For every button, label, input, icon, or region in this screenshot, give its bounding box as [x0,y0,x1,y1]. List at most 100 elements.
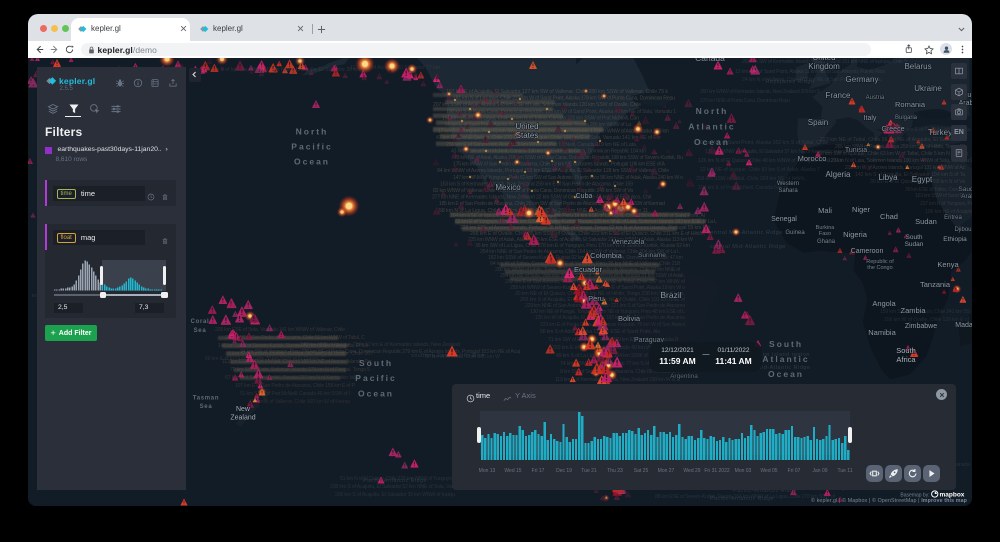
svg-text:Namibia: Namibia [868,328,896,337]
svg-text:Kingdom: Kingdom [808,62,840,71]
svg-text:North: North [296,126,329,136]
svg-text:Suriname: Suriname [638,252,666,259]
svg-text:Colombia: Colombia [590,251,623,260]
svg-text:Ethiopia: Ethiopia [943,236,967,243]
svg-text:Peru: Peru [588,294,604,303]
svg-text:New: New [236,406,251,413]
svg-text:Argentina: Argentina [670,373,698,380]
svg-text:Tunisia: Tunisia [845,147,867,154]
svg-text:Niger: Niger [852,205,870,214]
svg-text:238 km S of Acajutla, El Salva: 238 km S of Acajutla, El Salvador 52 km … [330,484,460,490]
svg-text:175 km WNW of San Pedro de Ata: 175 km WNW of San Pedro de Atacama, Chil… [453,161,666,167]
svg-text:Kenya: Kenya [937,260,959,269]
svg-text:Morocco: Morocco [798,154,827,163]
svg-text:142 km S of Acajutla, El Salva: 142 km S of Acajutla, El Salvador 194 km… [855,172,965,178]
svg-text:Faso: Faso [819,231,831,237]
svg-text:Mali: Mali [818,206,832,215]
svg-text:Djibou: Djibou [954,227,971,233]
svg-text:the Congo: the Congo [867,265,892,271]
svg-text:260 km WNW of Kermadec Islands: 260 km WNW of Kermadec Islands, New Zeal… [700,89,821,95]
svg-text:South: South [906,234,923,241]
svg-text:73 km NE of Adak, Alaska 206: 73 km NE of Adak, Alaska 206 km SSW of P… [454,155,683,161]
svg-text:Italy: Italy [864,115,877,122]
svg-text:153 km S of Kermadec Islands,: 153 km S of Kermadec Islands, New Zealan… [440,181,633,187]
svg-text:Ghana: Ghana [817,239,836,245]
svg-text:Eritrea: Eritrea [944,215,962,221]
svg-text:central Mid-Atlantic Ridge: central Mid-Atlantic Ridge [707,230,783,236]
svg-text:Pacific-Antarctic Ridge: Pacific-Antarctic Ridge [363,478,427,484]
svg-text:Sea: Sea [194,328,207,334]
svg-text:218 km W of Azores Islands, Po: 218 km W of Azores Islands, Portugal 131… [845,165,965,171]
svg-text:Bolivia: Bolivia [618,314,641,323]
svg-text:67 km E of Severo-Kurilsk, Rus: 67 km E of Severo-Kurilsk, Russia 237 km… [225,375,360,381]
svg-text:France: France [826,91,851,100]
svg-text:Pacific-Antarctic Ridge: Pacific-Antarctic Ridge [710,496,774,502]
svg-text:56 km SW of Iquique, Chile 63: 56 km SW of Iquique, Chile 63 km W of Ta… [818,151,968,157]
svg-text:Turkey: Turkey [928,128,952,137]
svg-text:Cuba: Cuba [576,193,593,200]
svg-text:Coral: Coral [191,319,210,325]
svg-text:Sea: Sea [200,404,213,410]
svg-text:Belarus: Belarus [904,62,931,71]
svg-text:Brazil: Brazil [660,290,681,300]
svg-text:Reykjanes Ridge: Reykjanes Ridge [765,79,814,85]
svg-text:Sudan: Sudan [915,217,937,226]
svg-text:Guinea: Guinea [785,230,805,236]
svg-text:Ecuador: Ecuador [574,265,602,274]
svg-text:Arab: Arab [961,193,972,200]
svg-text:32 km NE of Iquique, Chile 93: 32 km NE of Iquique, Chile 93 km S of Ad… [700,167,820,173]
svg-text:Mexico: Mexico [495,183,521,192]
svg-text:Zealand: Zealand [230,414,255,421]
svg-text:Greece: Greece [882,126,905,133]
svg-text:Atlantic: Atlantic [688,121,735,131]
svg-text:256 km E of Sand Point, Alaska: 256 km E of Sand Point, Alaska 89 km WNW… [446,141,637,147]
svg-text:Bulgaria: Bulgaria [895,115,918,121]
svg-text:Pacific: Pacific [291,141,332,151]
svg-text:147 km WNW of Yunguyo, Peru 6: 147 km WNW of Yunguyo, Peru 62 km SW of … [453,174,683,180]
svg-text:Sudan: Sudan [905,241,924,248]
svg-text:Ukraine: Ukraine [914,84,942,93]
svg-text:Germany: Germany [846,75,879,84]
svg-text:Tasman: Tasman [193,395,219,401]
svg-text:88 km N of Vallenar, Chile 16: 88 km N of Vallenar, Chile 160 km W of K… [250,399,350,405]
svg-text:Egypt: Egypt [912,175,933,184]
svg-text:Zimbabwe: Zimbabwe [905,323,937,330]
svg-text:278 km NNE of Punta Cana, Domi: 278 km NNE of Punta Cana, Dominican Repu [700,98,790,104]
svg-text:Pacific: Pacific [355,373,396,383]
svg-text:South: South [769,339,803,349]
svg-text:Libya: Libya [878,173,898,182]
svg-text:205 km S of Acajutla, El Salva: 205 km S of Acajutla, El Salvador 35 km … [335,492,455,498]
svg-text:194 km E of Port McNeill, Cana: 194 km E of Port McNeill, Canada 64 km [698,185,788,191]
svg-text:223 km E of Punta Cana, Domini: 223 km E of Punta Cana, Dominican Republ… [540,322,685,328]
svg-text:107 km E of San Pedro de Ataca: 107 km E of San Pedro de Atacama, Chile … [235,383,356,389]
svg-text:Madag: Madag [955,322,972,329]
svg-text:Atlantic: Atlantic [762,354,809,364]
svg-text:Africa: Africa [896,355,916,364]
svg-text:Canada: Canada [695,58,725,63]
svg-text:125 km W of Acajutla, El Salva: 125 km W of Acajutla, El Salvador 183 km… [535,315,685,321]
svg-text:Algeria: Algeria [826,170,851,179]
svg-text:Ocean: Ocean [694,137,730,147]
svg-text:Angola: Angola [872,299,896,308]
svg-text:Saud: Saud [958,186,972,193]
svg-text:Ocean: Ocean [358,388,394,398]
svg-text:Austria: Austria [866,95,885,101]
svg-text:Spain: Spain [808,118,828,127]
svg-text:North: North [696,106,729,116]
svg-text:47 km NNE of El Quisco, Chile: 47 km NNE of El Quisco, Chile 270 km E o… [436,135,661,141]
svg-text:South: South [359,358,393,368]
svg-text:112 km ESE of Port McNeill, Ca: 112 km ESE of Port McNeill, Canada 169 k… [222,359,372,365]
svg-text:mapbox: mapbox [940,491,965,498]
svg-text:Senegal: Senegal [771,216,797,223]
svg-text:United: United [515,122,538,131]
svg-text:South: South [896,346,916,355]
svg-text:157 km E of Acajutla, El Salva: 157 km E of Acajutla, El Salvador 127 km… [446,89,668,95]
svg-text:Sahara: Sahara [778,188,798,194]
svg-text:Cameroon: Cameroon [851,248,884,255]
svg-text:207 km SSW of Adak, Alaska 14: 207 km SSW of Adak, Alaska 143 km ESE of… [433,102,641,108]
svg-text:Chad: Chad [880,212,898,221]
svg-text:Zambia: Zambia [900,306,926,315]
svg-text:States: States [516,131,539,140]
svg-text:Ocean: Ocean [294,156,330,166]
svg-text:Venezuela: Venezuela [612,239,645,246]
